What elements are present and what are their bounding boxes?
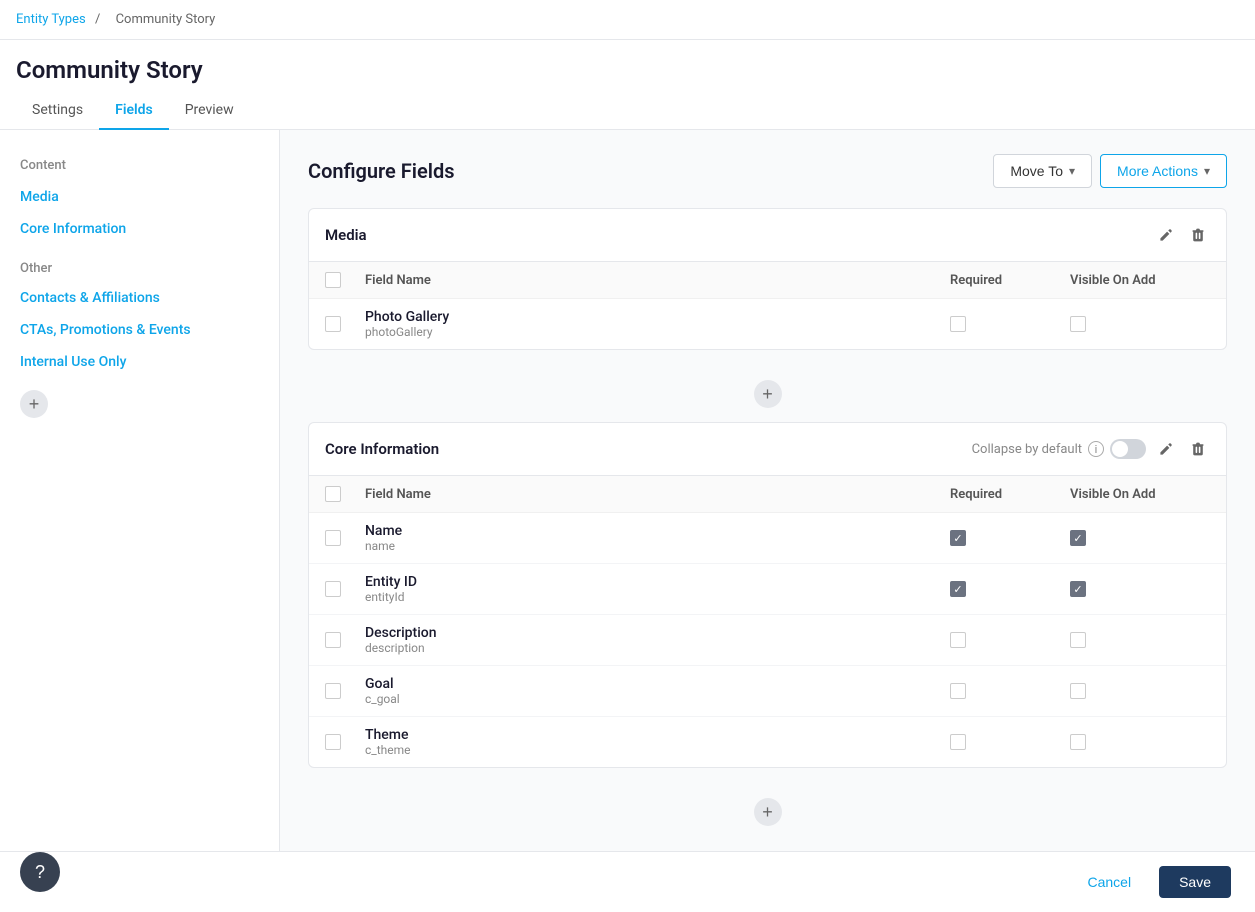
entityid-visible-checkbox[interactable] — [1070, 581, 1086, 597]
name-field-name: Name name — [365, 523, 950, 553]
content-area: Configure Fields Move To ▾ More Actions … — [280, 130, 1255, 912]
sidebar-other-label: Other — [0, 245, 279, 282]
media-select-all-checkbox[interactable] — [325, 272, 341, 288]
description-field-name: Description description — [365, 625, 950, 655]
media-col-required: Required — [950, 273, 1070, 288]
section-core-actions: Collapse by default i — [972, 437, 1210, 461]
section-core-title: Core Information — [325, 440, 439, 458]
breadcrumb-link[interactable]: Entity Types — [16, 12, 86, 27]
tab-preview[interactable]: Preview — [169, 92, 250, 130]
section-core-edit-button[interactable] — [1154, 437, 1178, 461]
section-media-delete-button[interactable] — [1186, 223, 1210, 247]
photo-gallery-select-checkbox[interactable] — [325, 316, 341, 332]
sidebar-add-button[interactable]: + — [20, 390, 48, 418]
media-table-header: Field Name Required Visible On Add — [309, 262, 1226, 299]
table-row: Description description — [309, 615, 1226, 666]
core-col-field-name: Field Name — [365, 487, 950, 502]
main-layout: Content Media Core Information Other Con… — [0, 130, 1255, 912]
photo-gallery-field-name: Photo Gallery photoGallery — [365, 309, 950, 339]
goal-field-name: Goal c_goal — [365, 676, 950, 706]
move-to-button[interactable]: Move To ▾ — [993, 154, 1092, 188]
page-title: Community Story — [0, 40, 1255, 84]
tab-fields[interactable]: Fields — [99, 92, 169, 130]
name-select-checkbox[interactable] — [325, 530, 341, 546]
core-col-visible: Visible On Add — [1070, 487, 1210, 502]
theme-select-checkbox[interactable] — [325, 734, 341, 750]
save-button[interactable]: Save — [1159, 866, 1231, 898]
breadcrumb: Entity Types / Community Story — [0, 0, 1255, 40]
collapse-info-icon: i — [1088, 441, 1104, 457]
section-media-edit-button[interactable] — [1154, 223, 1178, 247]
more-actions-label: More Actions — [1117, 163, 1198, 179]
bottom-bar: Cancel Save — [0, 851, 1255, 912]
core-col-required: Required — [950, 487, 1070, 502]
section-media-actions — [1154, 223, 1210, 247]
core-table-header: Field Name Required Visible On Add — [309, 476, 1226, 513]
sidebar-item-ctas[interactable]: CTAs, Promotions & Events — [0, 314, 279, 346]
entityid-required-checkbox[interactable] — [950, 581, 966, 597]
toggle-thumb — [1112, 441, 1128, 457]
header-actions: Move To ▾ More Actions ▾ — [993, 154, 1227, 188]
section-core-delete-button[interactable] — [1186, 437, 1210, 461]
description-required-checkbox[interactable] — [950, 632, 966, 648]
section-core-information: Core Information Collapse by default i — [308, 422, 1227, 768]
description-select-checkbox[interactable] — [325, 632, 341, 648]
add-group-between-media-core: + — [308, 366, 1227, 422]
configure-title: Configure Fields — [308, 159, 454, 183]
more-actions-button[interactable]: More Actions ▾ — [1100, 154, 1227, 188]
name-required-checkbox[interactable] — [950, 530, 966, 546]
sidebar-item-contacts[interactable]: Contacts & Affiliations — [0, 282, 279, 314]
media-col-field-name: Field Name — [365, 273, 950, 288]
table-row: Photo Gallery photoGallery — [309, 299, 1226, 349]
table-row: Theme c_theme — [309, 717, 1226, 767]
collapse-label: Collapse by default — [972, 442, 1082, 457]
sidebar-add-group: + — [0, 378, 279, 430]
goal-select-checkbox[interactable] — [325, 683, 341, 699]
sidebar: Content Media Core Information Other Con… — [0, 130, 280, 912]
goal-required-checkbox[interactable] — [950, 683, 966, 699]
theme-field-name: Theme c_theme — [365, 727, 950, 757]
sidebar-item-core-information[interactable]: Core Information — [0, 213, 279, 245]
collapse-meta: Collapse by default i — [972, 439, 1146, 459]
tab-settings[interactable]: Settings — [16, 92, 99, 130]
photo-gallery-required-checkbox[interactable] — [950, 316, 966, 332]
sidebar-item-media[interactable]: Media — [0, 181, 279, 213]
sidebar-item-internal[interactable]: Internal Use Only — [0, 346, 279, 378]
move-to-label: Move To — [1010, 163, 1063, 179]
section-media-header: Media — [309, 209, 1226, 262]
table-row: Entity ID entityId — [309, 564, 1226, 615]
add-group-after-core: + — [308, 784, 1227, 840]
section-media-title: Media — [325, 226, 367, 244]
theme-visible-checkbox[interactable] — [1070, 734, 1086, 750]
table-row: Goal c_goal — [309, 666, 1226, 717]
tabs-bar: Settings Fields Preview — [0, 92, 1255, 130]
theme-required-checkbox[interactable] — [950, 734, 966, 750]
entityid-field-name: Entity ID entityId — [365, 574, 950, 604]
breadcrumb-separator: / — [95, 12, 100, 27]
name-visible-checkbox[interactable] — [1070, 530, 1086, 546]
help-button[interactable]: ? — [20, 852, 60, 892]
add-section-button-2[interactable]: + — [754, 798, 782, 826]
pencil-icon — [1158, 441, 1174, 457]
goal-visible-checkbox[interactable] — [1070, 683, 1086, 699]
entityid-select-checkbox[interactable] — [325, 581, 341, 597]
configure-header: Configure Fields Move To ▾ More Actions … — [308, 154, 1227, 188]
media-col-visible: Visible On Add — [1070, 273, 1210, 288]
pencil-icon — [1158, 227, 1174, 243]
trash-icon — [1190, 227, 1206, 243]
core-select-all-checkbox[interactable] — [325, 486, 341, 502]
trash-icon — [1190, 441, 1206, 457]
section-media: Media Field Name Required Visible On A — [308, 208, 1227, 350]
move-to-chevron-icon: ▾ — [1069, 164, 1075, 178]
table-row: Name name — [309, 513, 1226, 564]
breadcrumb-current: Community Story — [116, 12, 216, 27]
add-section-button-1[interactable]: + — [754, 380, 782, 408]
collapse-toggle[interactable] — [1110, 439, 1146, 459]
sidebar-content-label: Content — [0, 150, 279, 181]
section-core-header: Core Information Collapse by default i — [309, 423, 1226, 476]
description-visible-checkbox[interactable] — [1070, 632, 1086, 648]
cancel-button[interactable]: Cancel — [1071, 866, 1147, 898]
photo-gallery-visible-checkbox[interactable] — [1070, 316, 1086, 332]
more-actions-chevron-icon: ▾ — [1204, 164, 1210, 178]
